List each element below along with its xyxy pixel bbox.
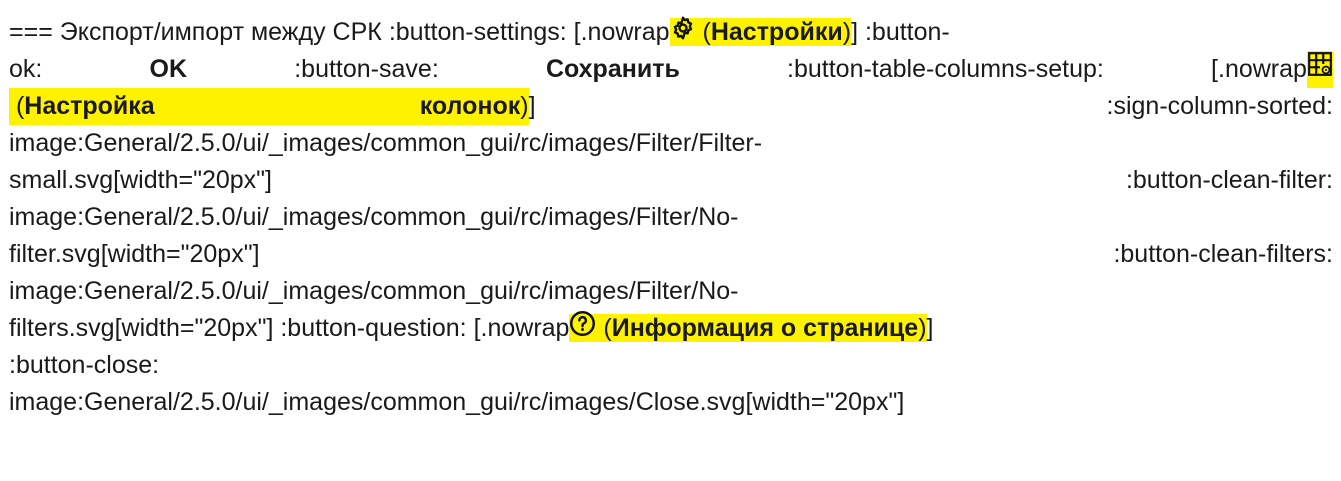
heading-marker: === bbox=[9, 18, 53, 46]
line-9: filters.svg[width="20px"] :button-questi… bbox=[9, 310, 1333, 347]
close-paren: ) bbox=[842, 18, 852, 46]
close-bracket-line3: ] bbox=[528, 92, 536, 120]
question-button-render: (Информация о странице) bbox=[569, 311, 927, 342]
line-4: image:General/2.5.0/ui/_images/common_gu… bbox=[9, 125, 1333, 162]
heading-text: Экспорт/импорт между СРК bbox=[59, 18, 382, 46]
save-attr: :button-save: bbox=[294, 55, 439, 83]
settings-button-render: (Настройки) bbox=[669, 16, 852, 46]
line-6: image:General/2.5.0/ui/_images/common_gu… bbox=[9, 199, 1333, 236]
no-filter-path-b: filter.svg[width="20px"] bbox=[9, 240, 260, 268]
question-circle-icon bbox=[569, 310, 596, 347]
clean-filter-attr: :button-clean-filter: bbox=[1125, 166, 1333, 194]
ok-label: OK bbox=[149, 55, 188, 83]
nowrap-marker: [.nowrap bbox=[573, 18, 670, 46]
line-2: ok: OK :button-save: Сохранить :button-t… bbox=[9, 51, 1333, 88]
gear-icon bbox=[670, 15, 696, 51]
close-paren: ) bbox=[918, 314, 927, 342]
nowrap-marker: [.nowrap bbox=[1211, 54, 1307, 83]
save-label: Сохранить bbox=[545, 55, 680, 83]
clean-filters-attr: :button-clean-filters: bbox=[1113, 240, 1333, 268]
columns-setup-attr: :button-table-columns-setup: bbox=[787, 55, 1104, 83]
close-image-path: image:General/2.5.0/ui/_images/common_gu… bbox=[9, 388, 905, 416]
settings-label: Настройки bbox=[710, 18, 843, 46]
columns-setup-label-a: Настройка bbox=[24, 92, 155, 120]
close-bracket: ] bbox=[926, 314, 934, 342]
close-attr: :button-close: bbox=[9, 351, 160, 379]
filter-small-path-b: small.svg[width="20px"] bbox=[9, 166, 273, 194]
sign-sorted-attr: :sign-column-sorted: bbox=[1106, 92, 1333, 120]
close-paren: ) bbox=[520, 92, 529, 120]
button-ok-attr-part: :button- bbox=[864, 18, 950, 46]
table-columns-gear-icon bbox=[1306, 51, 1333, 88]
filter-small-path-a: image:General/2.5.0/ui/_images/common_gu… bbox=[9, 129, 763, 157]
line-11: image:General/2.5.0/ui/_images/common_gu… bbox=[9, 384, 1333, 421]
button-ok-attr-rest: ok: bbox=[9, 55, 43, 83]
no-filters-path-b: filters.svg[width="20px"] bbox=[9, 314, 274, 342]
question-label: Информация о странице bbox=[611, 314, 919, 342]
line-8: image:General/2.5.0/ui/_images/common_gu… bbox=[9, 273, 1333, 310]
line-1: === Экспорт/импорт между СРК :button-set… bbox=[9, 14, 1333, 51]
line-7: filter.svg[width="20px"] :button-clean-f… bbox=[9, 236, 1333, 273]
question-attr: :button-question: bbox=[280, 314, 467, 342]
close-bracket: ] bbox=[851, 18, 859, 46]
line-3: (Настройка колонок) ] :sign-column-sorted… bbox=[9, 88, 1333, 125]
open-paren: ( bbox=[603, 314, 612, 342]
columns-setup-label-b: колонок bbox=[419, 92, 521, 120]
no-filters-path-a: image:General/2.5.0/ui/_images/common_gu… bbox=[9, 277, 739, 305]
columns-setup-open: [.nowrap bbox=[1211, 51, 1333, 88]
nowrap-marker: [.nowrap bbox=[473, 314, 570, 342]
line-10: :button-close: bbox=[9, 347, 1333, 384]
document-body: === Экспорт/импорт между СРК :button-set… bbox=[0, 0, 1341, 421]
settings-attr: :button-settings: bbox=[388, 18, 567, 46]
open-paren: ( bbox=[702, 18, 711, 46]
no-filter-path-a: image:General/2.5.0/ui/_images/common_gu… bbox=[9, 203, 739, 231]
line-5: small.svg[width="20px"] :button-clean-fi… bbox=[9, 162, 1333, 199]
columns-setup-label-part-a: (Настройка колонок) bbox=[9, 88, 529, 125]
